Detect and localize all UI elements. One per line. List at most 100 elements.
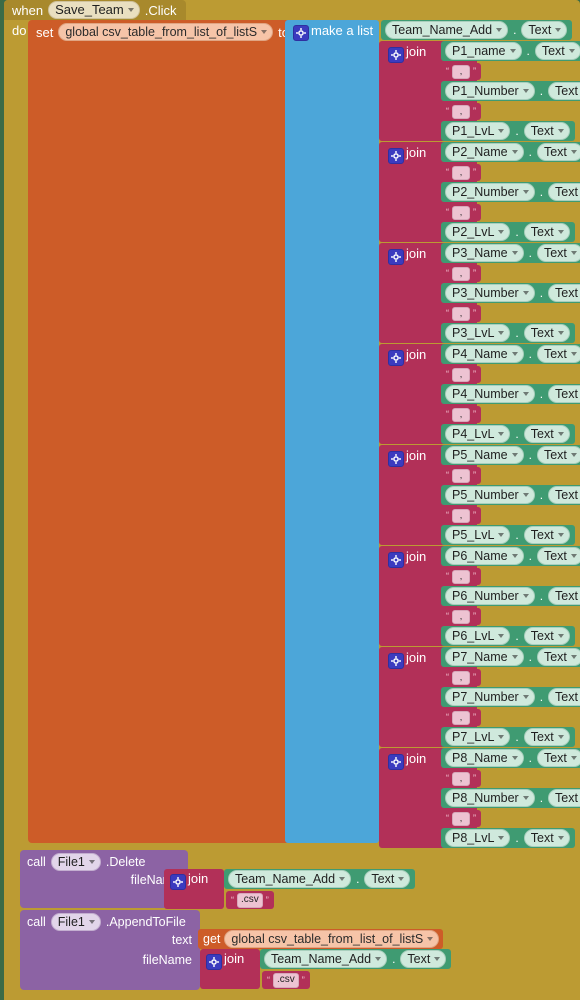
getter-player-lvl-6[interactable]: P6_LvL. Text — [441, 626, 575, 646]
getter-player-lvl-2[interactable]: P2_LvL. Text — [441, 222, 575, 242]
separator-text-block-2b[interactable]: “,” — [441, 204, 481, 221]
mutator-gear-icon[interactable] — [388, 148, 404, 164]
property-dropdown[interactable]: Text — [548, 284, 580, 302]
call-file1-appendtofile-block[interactable]: call File1 .AppendToFile text fileName — [20, 910, 200, 990]
getter-player-name-3[interactable]: P3_Name. Text — [441, 243, 580, 263]
property-dropdown[interactable]: Text — [548, 486, 580, 504]
property-dropdown[interactable]: Text — [523, 627, 570, 645]
component-dropdown[interactable]: P7_LvL — [445, 728, 511, 746]
component-dropdown[interactable]: P3_Name — [445, 244, 524, 262]
mutator-gear-icon[interactable] — [388, 552, 404, 568]
make-a-list-block[interactable]: make a list — [285, 20, 379, 843]
getter-player-name-5[interactable]: P5_Name. Text — [441, 445, 580, 465]
property-dropdown[interactable]: Text — [523, 223, 570, 241]
property-dropdown[interactable]: Text — [548, 789, 580, 807]
text-value-field[interactable]: , — [452, 811, 470, 826]
getter-player-number-6[interactable]: P6_Number. Text — [441, 586, 580, 606]
text-value-field[interactable]: , — [452, 771, 470, 786]
getter-player-number-7[interactable]: P7_Number. Text — [441, 687, 580, 707]
component-dropdown[interactable]: P2_Number — [445, 183, 535, 201]
getter-player-lvl-4[interactable]: P4_LvL. Text — [441, 424, 575, 444]
component-dropdown[interactable]: Team_Name_Add — [264, 950, 388, 968]
property-dropdown[interactable]: Text — [536, 345, 580, 363]
component-dropdown[interactable]: Team_Name_Add — [385, 21, 509, 39]
separator-text-block-7b[interactable]: “,” — [441, 709, 481, 726]
separator-text-block-5a[interactable]: “,” — [441, 467, 481, 484]
getter-player-name-8[interactable]: P8_Name. Text — [441, 748, 580, 768]
text-value-field[interactable]: , — [452, 104, 470, 119]
component-dropdown[interactable]: P5_Name — [445, 446, 524, 464]
component-dropdown[interactable]: P4_Name — [445, 345, 524, 363]
property-dropdown[interactable]: Text — [548, 183, 580, 201]
delete-component-dropdown[interactable]: File1 — [50, 853, 101, 871]
delete-filename-join-block[interactable]: join — [164, 869, 224, 909]
getter-player-name-6[interactable]: P6_Name. Text — [441, 546, 580, 566]
component-dropdown[interactable]: P3_Number — [445, 284, 535, 302]
property-dropdown[interactable]: Text — [534, 42, 580, 60]
separator-text-block-2a[interactable]: “,” — [441, 164, 481, 181]
getter-player-number-5[interactable]: P5_Number. Text — [441, 485, 580, 505]
property-dropdown[interactable]: Text — [536, 143, 580, 161]
get-global-dropdown[interactable]: global csv_table_from_list_of_listS — [224, 930, 440, 948]
property-dropdown[interactable]: Text — [548, 82, 580, 100]
component-dropdown[interactable]: P7_Number — [445, 688, 535, 706]
separator-text-block-8b[interactable]: “,” — [441, 810, 481, 827]
component-dropdown[interactable]: Team_Name_Add — [228, 870, 352, 888]
getter-team-name-add-text[interactable]: Team_Name_Add . Text — [381, 20, 573, 40]
component-dropdown[interactable]: P8_Name — [445, 749, 524, 767]
property-dropdown[interactable]: Text — [523, 728, 570, 746]
getter-player-lvl-5[interactable]: P5_LvL. Text — [441, 525, 575, 545]
getter-player-number-3[interactable]: P3_Number. Text — [441, 283, 580, 303]
text-value-field[interactable]: , — [452, 266, 470, 281]
set-global-variable-block[interactable]: set global csv_table_from_list_of_listS … — [28, 20, 304, 843]
text-value-field[interactable]: , — [452, 670, 470, 685]
append-component-dropdown[interactable]: File1 — [50, 913, 101, 931]
property-dropdown[interactable]: Text — [536, 244, 580, 262]
separator-text-block-7a[interactable]: “,” — [441, 669, 481, 686]
property-dropdown[interactable]: Text — [523, 526, 570, 544]
separator-text-block-4b[interactable]: “,” — [441, 406, 481, 423]
text-value-field[interactable]: , — [452, 407, 470, 422]
text-value-field[interactable]: , — [452, 609, 470, 624]
text-value-field[interactable]: , — [452, 165, 470, 180]
component-dropdown[interactable]: P2_Name — [445, 143, 524, 161]
property-dropdown[interactable]: Text — [523, 425, 570, 443]
getter-player-name-2[interactable]: P2_Name. Text — [441, 142, 580, 162]
getter-player-lvl-1[interactable]: P1_LvL. Text — [441, 121, 575, 141]
separator-text-block-5b[interactable]: “,” — [441, 507, 481, 524]
text-value-field[interactable]: , — [452, 710, 470, 725]
component-dropdown[interactable]: P6_LvL — [445, 627, 511, 645]
get-global-variable-block[interactable]: get global csv_table_from_list_of_listS — [198, 929, 444, 949]
property-dropdown[interactable]: Text — [400, 950, 447, 968]
component-dropdown[interactable]: P4_LvL — [445, 425, 511, 443]
component-dropdown[interactable]: P5_Number — [445, 486, 535, 504]
property-dropdown[interactable]: Text — [521, 21, 568, 39]
property-dropdown[interactable]: Text — [536, 749, 580, 767]
text-value-field[interactable]: , — [452, 468, 470, 483]
mutator-gear-icon[interactable] — [388, 47, 404, 63]
component-dropdown[interactable]: P8_LvL — [445, 829, 511, 847]
separator-text-block-6a[interactable]: “,” — [441, 568, 481, 585]
property-dropdown[interactable]: Text — [523, 122, 570, 140]
getter-player-number-1[interactable]: P1_Number. Text — [441, 81, 580, 101]
separator-text-block-3b[interactable]: “,” — [441, 305, 481, 322]
property-dropdown[interactable]: Text — [364, 870, 411, 888]
component-dropdown[interactable]: P6_Number — [445, 587, 535, 605]
separator-text-block-1a[interactable]: “,” — [441, 63, 481, 80]
component-dropdown[interactable]: P1_LvL — [445, 122, 511, 140]
property-dropdown[interactable]: Text — [536, 547, 580, 565]
append-join-arg1-getter[interactable]: Team_Name_Add . Text — [260, 949, 452, 969]
text-value-field[interactable]: , — [452, 205, 470, 220]
getter-player-lvl-8[interactable]: P8_LvL. Text — [441, 828, 575, 848]
getter-player-number-8[interactable]: P8_Number. Text — [441, 788, 580, 808]
property-dropdown[interactable]: Text — [536, 648, 580, 666]
property-dropdown[interactable]: Text — [536, 446, 580, 464]
text-value-field[interactable]: .csv — [273, 972, 299, 988]
append-join-arg2-text-block[interactable]: “ .csv ” — [262, 971, 310, 989]
getter-player-name-4[interactable]: P4_Name. Text — [441, 344, 580, 364]
mutator-gear-icon[interactable] — [170, 874, 186, 890]
text-value-field[interactable]: , — [452, 306, 470, 321]
global-variable-dropdown[interactable]: global csv_table_from_list_of_listS — [58, 23, 274, 41]
component-dropdown[interactable]: P1_Number — [445, 82, 535, 100]
property-dropdown[interactable]: Text — [523, 829, 570, 847]
